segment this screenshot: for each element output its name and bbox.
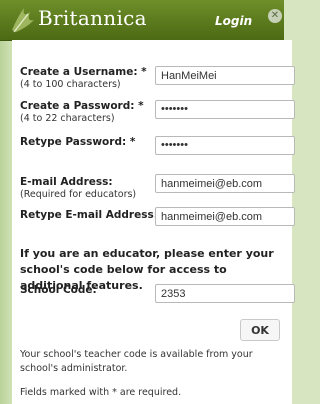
school-code-label-group: School Code: — [20, 284, 97, 297]
username-label: Create a Username: * — [20, 66, 147, 78]
email-hint: (Required for educators) — [20, 189, 137, 200]
retype-password-label: Retype Password: * — [20, 136, 136, 148]
password-input[interactable]: ••••••• — [155, 100, 295, 119]
close-icon[interactable]: ✕ — [268, 9, 282, 23]
school-code-input[interactable] — [155, 284, 295, 303]
retype-password-label-group: Retype Password: * — [20, 136, 135, 149]
teacher-code-note: Your school's teacher code is available … — [20, 349, 253, 374]
password-label-group: Create a Password: * (4 to 22 characters… — [20, 100, 144, 125]
school-code-label: School Code: — [20, 284, 97, 296]
password-label: Create a Password: * — [20, 100, 144, 112]
retype-email-label-group: Retype E-mail Address: — [20, 209, 158, 222]
retype-email-label: Retype E-mail Address: — [20, 209, 158, 221]
login-form-panel: Create a Username: * (4 to 100 character… — [12, 40, 295, 404]
retype-email-input[interactable] — [155, 207, 295, 226]
left-strip — [0, 0, 12, 404]
dialog-title: Login — [215, 14, 253, 28]
brand-name: Britannica — [38, 6, 147, 30]
username-input[interactable] — [155, 66, 295, 85]
dialog-header: Britannica Login ✕ — [0, 0, 284, 41]
username-hint: (4 to 100 characters) — [20, 79, 121, 90]
username-label-group: Create a Username: * (4 to 100 character… — [20, 66, 147, 91]
email-label-group: E-mail Address: (Required for educators) — [20, 176, 136, 201]
password-hint: (4 to 22 characters) — [20, 113, 115, 124]
retype-password-input[interactable]: ••••••• — [155, 136, 295, 155]
email-input[interactable] — [155, 174, 295, 193]
ok-button[interactable]: OK — [240, 319, 280, 341]
thistle-logo-icon — [12, 8, 34, 33]
required-fields-note: Fields marked with * are required. — [20, 387, 182, 398]
email-label: E-mail Address: — [20, 176, 113, 188]
